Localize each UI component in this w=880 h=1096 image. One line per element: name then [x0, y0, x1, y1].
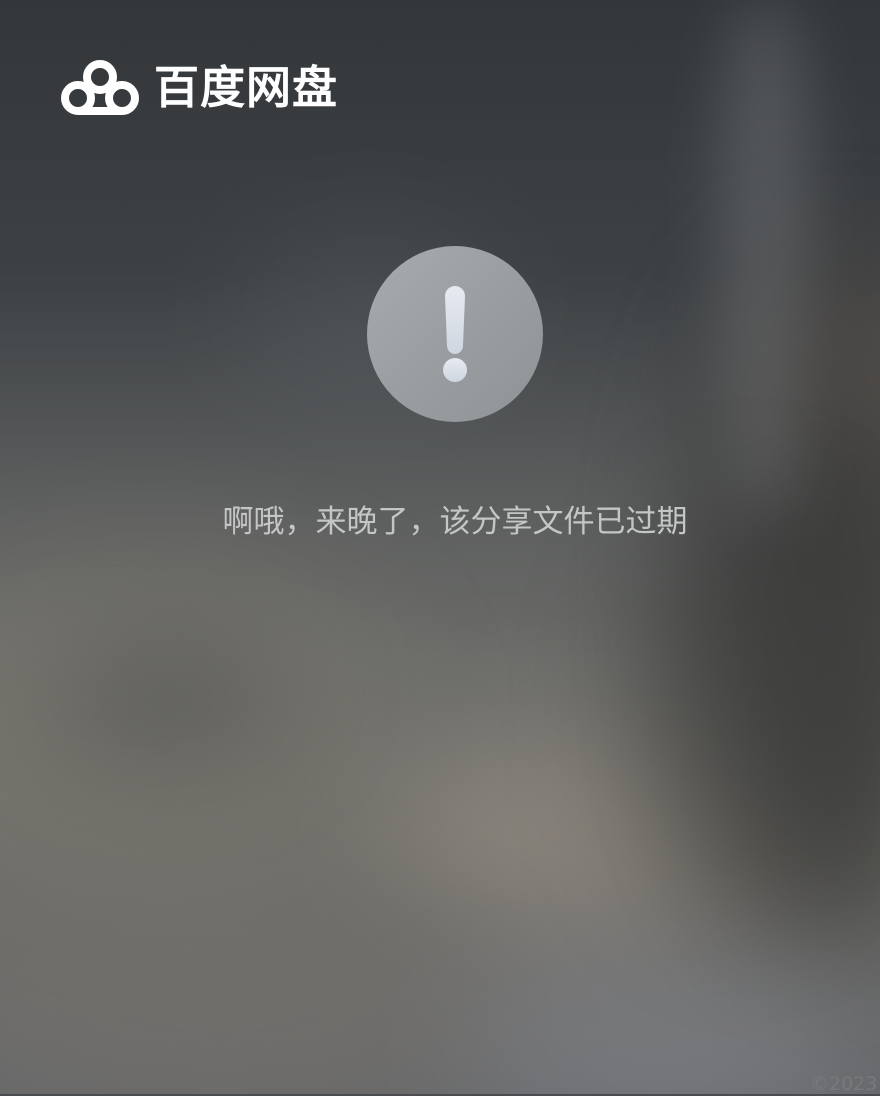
exclamation-icon	[443, 286, 467, 382]
baidu-cloud-icon	[61, 60, 139, 115]
alert-badge	[367, 246, 543, 422]
expired-share-message: 啊哦，来晚了，该分享文件已过期	[222, 504, 688, 540]
brand-logo[interactable]: 百度网盘	[60, 56, 338, 120]
blurred-background	[0, 0, 880, 1094]
copyright-text: ©2023	[810, 1073, 878, 1095]
brand-name: 百度网盘	[154, 61, 339, 114]
